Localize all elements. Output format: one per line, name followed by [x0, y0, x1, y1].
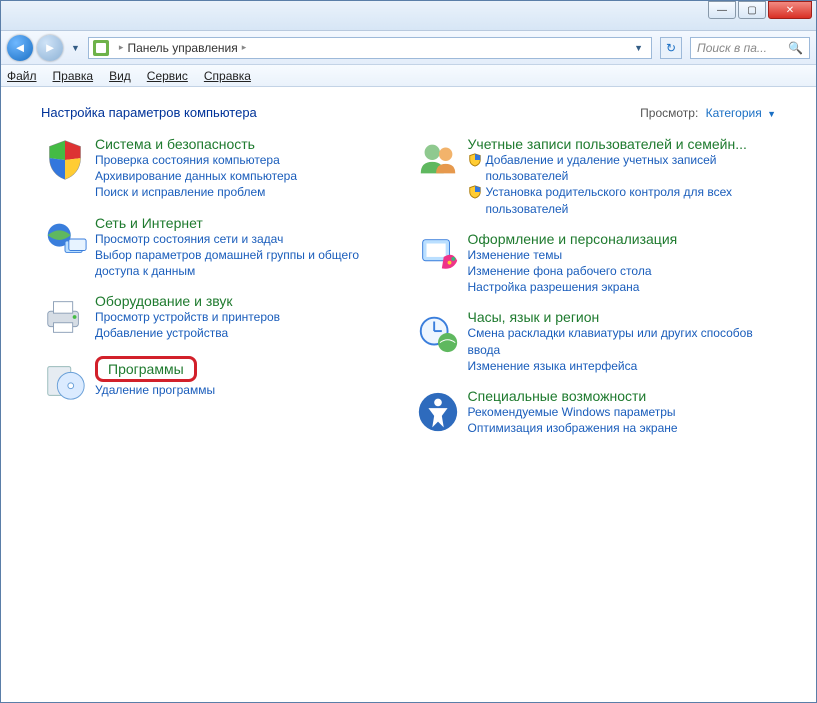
content-area: Настройка параметров компьютера Просмотр…	[1, 87, 816, 702]
category-link[interactable]: Архивирование данных компьютера	[95, 168, 404, 184]
navigation-bar: ◄ ► ▼ ▸ Панель управления ▸ ▼ ↻ Поиск в …	[1, 31, 816, 65]
category-link[interactable]: Поиск и исправление проблем	[95, 184, 404, 200]
maximize-button[interactable]: ▢	[738, 1, 766, 19]
menu-file[interactable]: Файл	[7, 69, 37, 83]
category-programs: Программы Удаление программы	[41, 356, 404, 404]
category-ease-of-access: Специальные возможности Рекомендуемые Wi…	[414, 388, 777, 436]
category-clock-language-region: Часы, язык и регион Смена раскладки клав…	[414, 309, 777, 374]
category-link[interactable]: Просмотр устройств и принтеров	[95, 309, 404, 325]
highlight-annotation: Программы	[95, 356, 197, 382]
left-column: Система и безопасность Проверка состояни…	[41, 136, 404, 450]
category-link[interactable]: Просмотр состояния сети и задач	[95, 231, 404, 247]
chevron-down-icon: ▼	[767, 109, 776, 119]
breadcrumb-separator: ▸	[119, 42, 124, 53]
category-user-accounts: Учетные записи пользователей и семейн...…	[414, 136, 777, 217]
category-title[interactable]: Оформление и персонализация	[468, 231, 678, 247]
refresh-button[interactable]: ↻	[660, 37, 682, 59]
breadcrumb-root[interactable]: Панель управления	[127, 41, 237, 55]
network-globe-icon	[41, 215, 89, 263]
user-accounts-icon	[414, 136, 462, 184]
category-link[interactable]: Проверка состояния компьютера	[95, 152, 404, 168]
titlebar: — ▢ ✕	[1, 1, 816, 31]
appearance-icon	[414, 231, 462, 279]
ease-of-access-icon	[414, 388, 462, 436]
back-button[interactable]: ◄	[7, 35, 33, 61]
category-title[interactable]: Учетные записи пользователей и семейн...	[468, 136, 747, 152]
page-title: Настройка параметров компьютера	[41, 105, 257, 120]
category-link[interactable]: Изменение языка интерфейса	[468, 358, 777, 374]
view-label: Просмотр:	[640, 106, 698, 120]
category-link[interactable]: Установка родительского контроля для все…	[468, 184, 777, 216]
control-panel-icon	[93, 40, 109, 56]
menu-bar: Файл Правка Вид Сервис Справка	[1, 65, 816, 87]
category-link[interactable]: Изменение темы	[468, 247, 777, 263]
category-link[interactable]: Настройка разрешения экрана	[468, 279, 777, 295]
category-hardware-sound: Оборудование и звук Просмотр устройств и…	[41, 293, 404, 341]
view-value: Категория	[706, 106, 762, 120]
menu-edit[interactable]: Правка	[53, 69, 94, 83]
category-link[interactable]: Изменение фона рабочего стола	[468, 263, 777, 279]
clock-region-icon	[414, 309, 462, 357]
category-link[interactable]: Смена раскладки клавиатуры или других сп…	[468, 325, 777, 357]
programs-disc-icon	[41, 356, 89, 404]
category-title[interactable]: Оборудование и звук	[95, 293, 233, 309]
search-icon: 🔍	[788, 41, 803, 55]
history-dropdown[interactable]: ▼	[67, 43, 84, 53]
category-link[interactable]: Выбор параметров домашней группы и общег…	[95, 247, 404, 279]
content-header: Настройка параметров компьютера Просмотр…	[41, 105, 776, 120]
category-system-security: Система и безопасность Проверка состояни…	[41, 136, 404, 201]
right-column: Учетные записи пользователей и семейн...…	[414, 136, 777, 450]
menu-view[interactable]: Вид	[109, 69, 131, 83]
category-title[interactable]: Сеть и Интернет	[95, 215, 203, 231]
uac-shield-icon	[468, 185, 482, 199]
address-bar[interactable]: ▸ Панель управления ▸ ▼	[88, 37, 652, 59]
view-selector[interactable]: Просмотр: Категория ▼	[640, 106, 776, 120]
category-link[interactable]: Добавление и удаление учетных записей по…	[468, 152, 777, 184]
category-title[interactable]: Специальные возможности	[468, 388, 647, 404]
category-columns: Система и безопасность Проверка состояни…	[41, 136, 776, 450]
category-title[interactable]: Часы, язык и регион	[468, 309, 600, 325]
category-link[interactable]: Добавление устройства	[95, 325, 404, 341]
minimize-button[interactable]: —	[708, 1, 736, 19]
category-link[interactable]: Удаление программы	[95, 382, 404, 398]
shield-security-icon	[41, 136, 89, 184]
category-link[interactable]: Оптимизация изображения на экране	[468, 420, 777, 436]
control-panel-window: — ▢ ✕ ◄ ► ▼ ▸ Панель управления ▸ ▼ ↻ По…	[0, 0, 817, 703]
forward-button[interactable]: ►	[37, 35, 63, 61]
category-title[interactable]: Программы	[108, 361, 184, 377]
menu-tools[interactable]: Сервис	[147, 69, 188, 83]
uac-shield-icon	[468, 153, 482, 167]
category-appearance-personalization: Оформление и персонализация Изменение те…	[414, 231, 777, 296]
breadcrumb-separator[interactable]: ▸	[242, 42, 247, 53]
category-network-internet: Сеть и Интернет Просмотр состояния сети …	[41, 215, 404, 280]
search-input[interactable]: Поиск в па... 🔍	[690, 37, 810, 59]
printer-hardware-icon	[41, 293, 89, 341]
category-title[interactable]: Система и безопасность	[95, 136, 255, 152]
search-placeholder: Поиск в па...	[697, 41, 767, 55]
close-button[interactable]: ✕	[768, 1, 812, 19]
category-link[interactable]: Рекомендуемые Windows параметры	[468, 404, 777, 420]
address-dropdown[interactable]: ▼	[630, 43, 647, 53]
menu-help[interactable]: Справка	[204, 69, 251, 83]
